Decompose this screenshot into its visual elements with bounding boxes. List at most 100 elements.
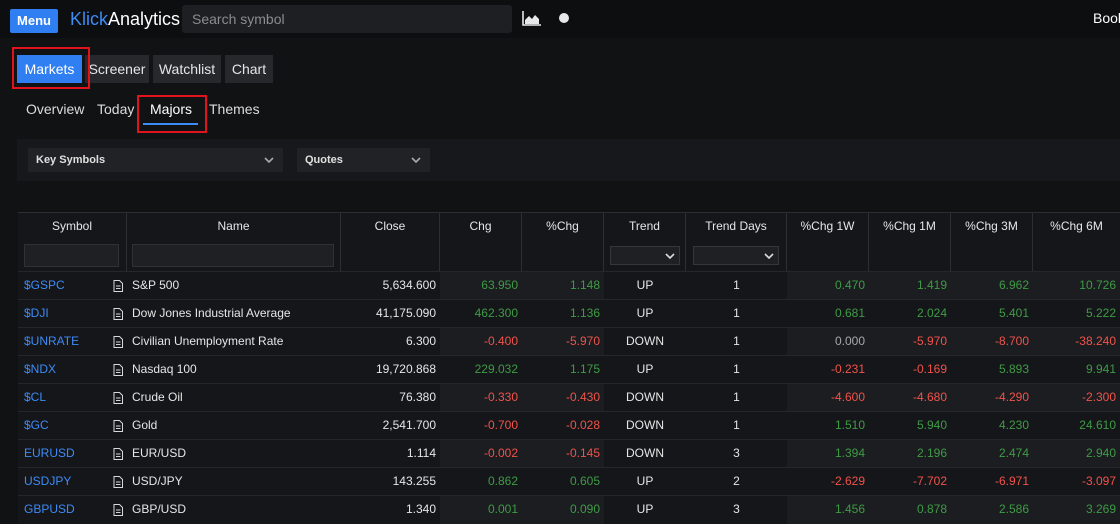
table-row[interactable]: EURUSD EUR/USD 1.114 -0.002 -0.145 DOWN 3 1.394… <box>18 439 1120 468</box>
area-chart-icon[interactable] <box>522 10 542 26</box>
symbol-cell[interactable]: $UNRATE <box>18 328 127 356</box>
view-select[interactable]: Quotes <box>297 148 430 172</box>
name-cell: Gold <box>132 418 158 432</box>
menu-button[interactable]: Menu <box>10 9 58 33</box>
chg-cell: -0.330 <box>440 384 522 412</box>
search-input[interactable] <box>182 5 512 33</box>
symbol-filter-input[interactable] <box>24 244 119 267</box>
tab-chart[interactable]: Chart <box>225 55 273 83</box>
quotes-table: Symbol Name Close Chg %Chg Trend Trend D… <box>18 212 1120 524</box>
close-cell: 1.340 <box>405 502 436 516</box>
chg-1w-cell: 0.681 <box>834 306 865 320</box>
symbol-list-select[interactable]: Key Symbols <box>28 148 283 172</box>
name-cell: Crude Oil <box>132 390 183 404</box>
document-icon[interactable] <box>113 336 123 348</box>
table-row[interactable]: $NDX Nasdaq 100 19,720.868 229.032 1.175 UP 1 -… <box>18 355 1120 383</box>
table-row[interactable]: USDJPY USD/JPY 143.255 0.862 0.605 UP 2 -2.629 -… <box>18 467 1120 495</box>
trend-days-cell: 3 <box>733 446 740 460</box>
highlight-box-markets <box>12 47 90 89</box>
trend-filter-select[interactable] <box>610 246 680 265</box>
col-header-1w[interactable]: %Chg 1W <box>787 213 869 271</box>
trend-cell: UP <box>636 474 654 488</box>
chg-1w-cell: 1.510 <box>834 418 865 432</box>
symbol-cell[interactable]: EURUSD <box>18 440 127 468</box>
name-cell: Nasdaq 100 <box>132 362 197 376</box>
close-cell: 76.380 <box>399 390 436 404</box>
pchg-cell: -0.145 <box>522 440 604 468</box>
pchg-cell: -0.430 <box>522 384 604 412</box>
table-body: $GSPC S&P 500 5,634.600 63.950 1.148 UP 1 0.470… <box>18 271 1120 524</box>
tab-screener[interactable]: Screener <box>85 55 149 83</box>
table-row[interactable]: $DJI Dow Jones Industrial Average 41,175.0… <box>18 299 1120 327</box>
col-header-6m[interactable]: %Chg 6M <box>1033 213 1120 271</box>
pchg-cell: 1.136 <box>569 306 600 320</box>
document-icon[interactable] <box>113 504 123 516</box>
document-icon[interactable] <box>113 476 123 488</box>
chg-cell: -0.002 <box>440 440 522 468</box>
status-dot-icon[interactable] <box>559 13 569 23</box>
col-header-chg[interactable]: Chg <box>440 213 522 271</box>
chg-6m-cell: 9.941 <box>1085 362 1116 376</box>
subtab-overview[interactable]: Overview <box>26 101 84 117</box>
name-cell: Civilian Unemployment Rate <box>132 334 284 348</box>
col-header-1m[interactable]: %Chg 1M <box>869 213 951 271</box>
document-icon[interactable] <box>113 448 123 460</box>
col-header-close[interactable]: Close <box>341 213 440 271</box>
name-filter-input[interactable] <box>132 244 334 267</box>
table-row[interactable]: $GC Gold 2,541.700 -0.700 -0.028 DOWN 1 1.510 5.… <box>18 411 1120 439</box>
symbol-cell[interactable]: $GSPC <box>18 272 127 300</box>
highlight-box-majors <box>137 95 207 133</box>
trend-cell: DOWN <box>626 418 664 432</box>
col-header-label: %Chg 1M <box>883 219 936 233</box>
close-cell: 1.114 <box>406 446 436 460</box>
document-icon[interactable] <box>113 364 123 376</box>
close-cell: 19,720.868 <box>375 362 436 376</box>
chg-1w-cell: -2.629 <box>830 474 865 488</box>
logo-part-1: Klick <box>70 9 109 29</box>
chg-1m-cell: 5.940 <box>916 418 947 432</box>
trend-cell: DOWN <box>626 334 664 348</box>
pchg-cell: 1.175 <box>569 362 600 376</box>
col-header-pchg[interactable]: %Chg <box>522 213 604 271</box>
document-icon[interactable] <box>113 308 123 320</box>
trend-days-cell: 1 <box>733 278 740 292</box>
subtab-today[interactable]: Today <box>97 101 134 117</box>
trend-days-cell: 1 <box>733 418 740 432</box>
table-row[interactable]: $GSPC S&P 500 5,634.600 63.950 1.148 UP 1 0.470… <box>18 271 1120 300</box>
table-row[interactable]: $UNRATE Civilian Unemployment Rate 6.300 -0… <box>18 327 1120 356</box>
pchg-cell: -5.970 <box>522 328 604 356</box>
document-icon[interactable] <box>113 392 123 404</box>
chg-1m-cell: -0.169 <box>912 362 947 376</box>
close-cell: 5,634.600 <box>382 278 436 292</box>
trend-cell: UP <box>636 502 654 516</box>
symbol-cell[interactable]: $GC <box>18 412 127 440</box>
symbol-cell[interactable]: USDJPY <box>18 468 127 496</box>
pchg-cell: 1.148 <box>522 272 604 300</box>
table-row[interactable]: $CL Crude Oil 76.380 -0.330 -0.430 DOWN 1 -4.60… <box>18 383 1120 412</box>
chg-cell: 462.300 <box>474 306 518 320</box>
document-icon[interactable] <box>113 280 123 292</box>
trend-days-filter-select[interactable] <box>693 246 779 265</box>
chg-cell: 0.001 <box>440 496 522 524</box>
col-header-3m[interactable]: %Chg 3M <box>951 213 1033 271</box>
chg-6m-cell: 2.940 <box>1033 440 1120 468</box>
symbol-cell[interactable]: $CL <box>18 384 127 412</box>
chg-1m-cell: 1.419 <box>869 272 951 300</box>
chg-3m-cell: 6.962 <box>951 272 1033 300</box>
symbol-cell[interactable]: GBPUSD <box>18 496 127 524</box>
symbol-cell[interactable]: $DJI <box>18 300 127 328</box>
trend-cell: UP <box>636 278 654 292</box>
col-header-label: %Chg <box>546 219 579 233</box>
col-header-label: Trend <box>629 219 660 233</box>
document-icon[interactable] <box>113 420 123 432</box>
book-link[interactable]: Book <box>1093 10 1120 26</box>
app-logo[interactable]: KlickAnalytics <box>70 8 180 30</box>
tab-watchlist[interactable]: Watchlist <box>153 55 221 83</box>
col-header-label: %Chg 3M <box>965 219 1018 233</box>
table-row[interactable]: GBPUSD GBP/USD 1.340 0.001 0.090 UP 3 1.456 0.87… <box>18 495 1120 524</box>
close-cell: 143.255 <box>392 474 436 488</box>
pchg-cell: 0.090 <box>522 496 604 524</box>
symbol-cell[interactable]: $NDX <box>18 356 127 384</box>
subtab-themes[interactable]: Themes <box>209 101 260 117</box>
pchg-cell: -0.028 <box>565 418 600 432</box>
